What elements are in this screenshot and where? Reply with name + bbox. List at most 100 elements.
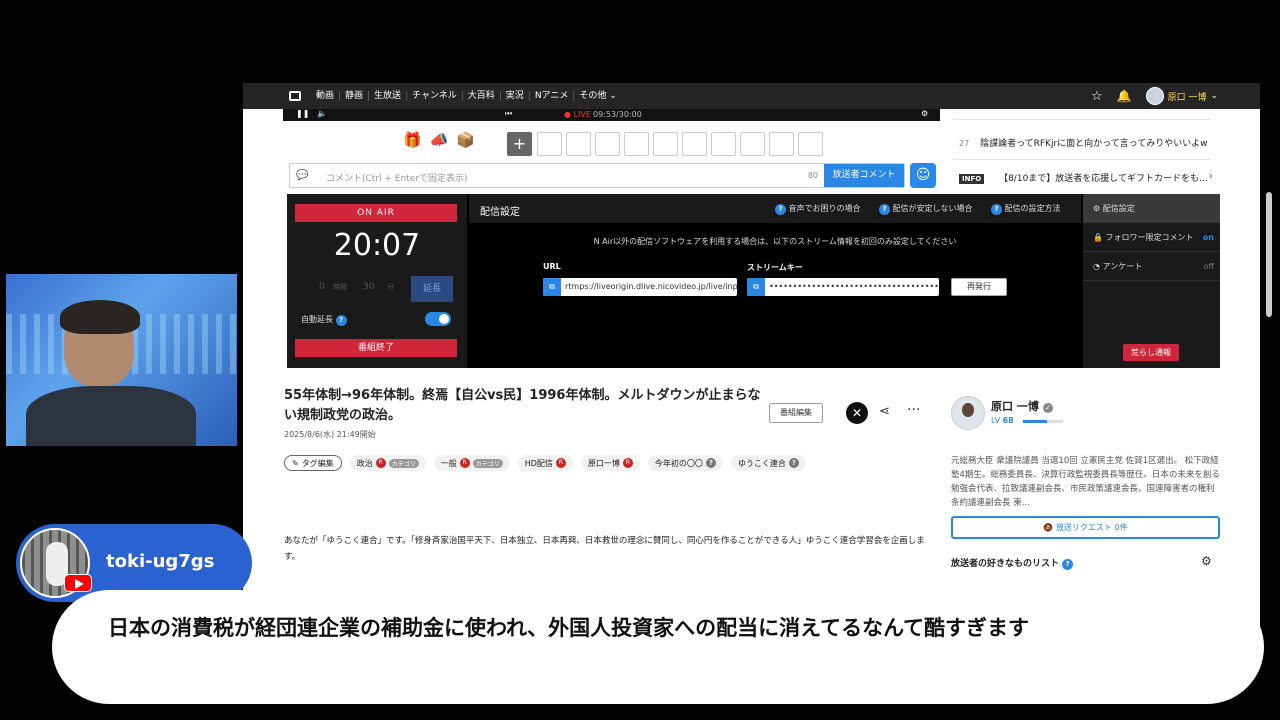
window-scrollbar[interactable] — [1266, 192, 1272, 317]
program-title: 55年体制→96年体制。終焉【自公vs民】1996年体制。メルトダウンが止まらな… — [284, 388, 761, 423]
more-icon[interactable]: ··· — [907, 402, 920, 418]
nav-other[interactable]: その他 ⌄ — [574, 91, 621, 101]
help-icon[interactable]: ? — [335, 315, 347, 326]
x-share-icon[interactable]: ✕ — [846, 402, 868, 424]
report-troll-button[interactable]: 荒らし通報 — [1123, 344, 1179, 361]
extend-button[interactable]: 延長 — [411, 276, 453, 302]
item-slot[interactable] — [682, 132, 707, 156]
item-slot[interactable] — [798, 132, 823, 156]
help-icon: ? — [879, 204, 890, 215]
star-icon[interactable]: ☆ — [1091, 89, 1103, 104]
gift-row: 🎁 📣 📦 — [403, 131, 475, 149]
extend-hours[interactable]: 0 — [319, 282, 325, 292]
item-slot[interactable] — [566, 132, 591, 156]
char-count: 80 — [807, 171, 818, 180]
tv-logo-icon[interactable] — [289, 91, 301, 101]
broadcast-request-button[interactable]: 🔕 放送リクエスト 0件 — [951, 516, 1220, 539]
nicoad-icon[interactable]: 📣 — [430, 131, 449, 149]
help-icon[interactable]: ? — [1062, 559, 1074, 570]
tag-edit-button[interactable]: ✎ タグ編集 — [284, 455, 342, 471]
auto-extend-label: 自動延長 ? — [301, 314, 347, 326]
help-icon: ? — [991, 204, 1002, 215]
level-progress-bar — [1023, 420, 1063, 423]
lock-badge: R — [555, 458, 566, 468]
program-description: あなたが「ゆうこく連合」です。「修身斉家治国平天下、日本独立、日本再興、日本救世… — [284, 536, 925, 562]
nav-anime[interactable]: Nアニメ — [530, 91, 575, 101]
stream-key-value: ••••••••••••••••••••••••••••••••••••••••… — [769, 282, 939, 291]
url-field[interactable]: ⧉ rtmps://liveorigin.dlive.nicovideo.jp/l… — [543, 278, 737, 296]
program-edit-button[interactable]: 番組編集 — [769, 403, 823, 423]
caster-comment-button[interactable]: 放送者コメント — [824, 164, 904, 187]
settings-column: 配信設定 ? 音声でお困りの場合 ? 配信が安定しない場合 ? 配信の設定方法 … — [469, 194, 1081, 368]
gear-icon[interactable]: ⚙ — [1201, 554, 1212, 568]
nav-seiga[interactable]: 静画 — [340, 91, 370, 101]
broadcast-panel: ON AIR 20:07 0 時間 30 分 延長 自動延長 ? 番組終了 配信… — [287, 194, 1220, 368]
item-slot[interactable] — [653, 132, 678, 156]
copy-icon[interactable]: ⧉ — [543, 278, 561, 296]
tag-item[interactable]: 原口一博 R — [580, 455, 640, 471]
item-slot[interactable] — [624, 132, 649, 156]
settings-note: N Air以外の配信ソフトウェアを利用する場合は、以下のストリーム情報を初回のみ… — [593, 237, 957, 246]
item-slot[interactable] — [740, 132, 765, 156]
auto-extend-text: 自動延長 — [301, 315, 333, 324]
nav-dic[interactable]: 大百科 — [463, 91, 501, 101]
item-slot[interactable] — [769, 132, 794, 156]
extend-controls: 0 時間 30 分 延長 — [295, 276, 457, 302]
tag-item[interactable]: ゆうこく連合? — [730, 455, 806, 471]
lock-badge: R — [375, 458, 386, 468]
rewind-icon[interactable]: ⏮ — [505, 109, 512, 119]
auto-extend-toggle[interactable] — [425, 312, 451, 326]
gift-icon[interactable]: 🎁 — [403, 131, 422, 149]
emoji-icon[interactable]: ☺ — [910, 163, 936, 188]
user-name: 原口 一博 — [1167, 92, 1207, 103]
tag-item[interactable]: 政治 R カテゴリ — [349, 455, 426, 471]
program-date: 2025/8/6(水) 21:49開始 — [284, 430, 376, 439]
chevron-right-icon[interactable]: › — [1209, 169, 1213, 182]
help-audio[interactable]: ? 音声でお困りの場合 — [775, 203, 861, 215]
tag-item[interactable]: HD配信 R — [517, 455, 573, 471]
copy-icon[interactable]: ⧉ — [747, 278, 765, 296]
caster-avatar[interactable] — [951, 396, 985, 430]
share-icon[interactable]: ⋖ — [879, 404, 890, 419]
stream-key-field[interactable]: ⧉ •••••••••••••••••••••••••••••••••••••••… — [747, 278, 939, 296]
lock-badge: R — [622, 458, 633, 468]
add-item-button[interactable]: + — [507, 132, 532, 156]
comment-text: 日本の消費税が経団連企業の補助金に使われ、外国人投資家への配当に消えてるなんて酷… — [108, 616, 1030, 640]
settings-icon[interactable]: ⚙ — [921, 109, 928, 118]
comment-input[interactable]: コメント(Ctrl + Enterで固定表示) — [326, 171, 467, 184]
item-slot[interactable] — [595, 132, 620, 156]
user-menu[interactable]: 原口 一博 ⌄ — [1145, 87, 1218, 105]
help-unstable[interactable]: ? 配信が安定しない場合 — [879, 203, 973, 215]
lock-badge: R — [459, 458, 470, 468]
survey-state: off — [1203, 262, 1214, 271]
volume-icon[interactable]: 🔈 — [317, 109, 327, 118]
nav-jikkyo[interactable]: 実況 — [501, 91, 530, 101]
reissue-button[interactable]: 再発行 — [951, 278, 1007, 296]
stream-stage: 動画 静画 生放送 チャンネル 大百科 実況 Nアニメ その他 ⌄ ☆ 🔔 原口… — [0, 0, 1280, 720]
list-item[interactable]: 27 陰謀論者ってRFKjrに面と向かって言ってみりやいいよw — [959, 136, 1207, 149]
fav-title-text: 放送者の好きなものリスト — [951, 559, 1060, 569]
end-program-button[interactable]: 番組終了 — [295, 339, 457, 357]
nav-live[interactable]: 生放送 — [369, 91, 408, 101]
menu-broadcast-settings[interactable]: ⚙ 配信設定 — [1083, 194, 1220, 223]
bell-icon[interactable]: 🔔 — [1117, 89, 1132, 103]
tag-item[interactable]: 今年初の〇〇? — [647, 455, 723, 471]
info-item[interactable]: INFO 【8/10まで】放送者を応援してギフトカードをも… — [959, 171, 1208, 184]
follower-only-state: on — [1202, 233, 1214, 242]
menu-follower-only[interactable]: 🔒 フォロワー限定コメント on — [1083, 223, 1220, 252]
comment-bar: 💬 コメント(Ctrl + Enterで固定表示) 80 放送者コメント — [289, 163, 905, 188]
extend-minutes[interactable]: 30 — [363, 282, 374, 292]
verified-icon: ✓ — [1042, 403, 1053, 413]
menu-survey[interactable]: ◔ アンケート off — [1083, 252, 1220, 281]
item-slot[interactable] — [711, 132, 736, 156]
help-setup[interactable]: ? 配信の設定方法 — [991, 203, 1061, 215]
caster-name[interactable]: 原口 一博 ✓ — [991, 398, 1053, 414]
tag-item[interactable]: 一般 R カテゴリ — [433, 455, 510, 471]
nav-channel[interactable]: チャンネル — [407, 91, 463, 101]
pie-chart-icon: ◔ — [1093, 262, 1100, 271]
box-icon[interactable]: 📦 — [456, 131, 475, 149]
caster-name-text: 原口 一博 — [991, 400, 1039, 413]
pause-icon[interactable]: ❚❚ — [296, 109, 309, 118]
nav-video[interactable]: 動画 — [311, 91, 341, 101]
item-slot[interactable] — [537, 132, 562, 156]
